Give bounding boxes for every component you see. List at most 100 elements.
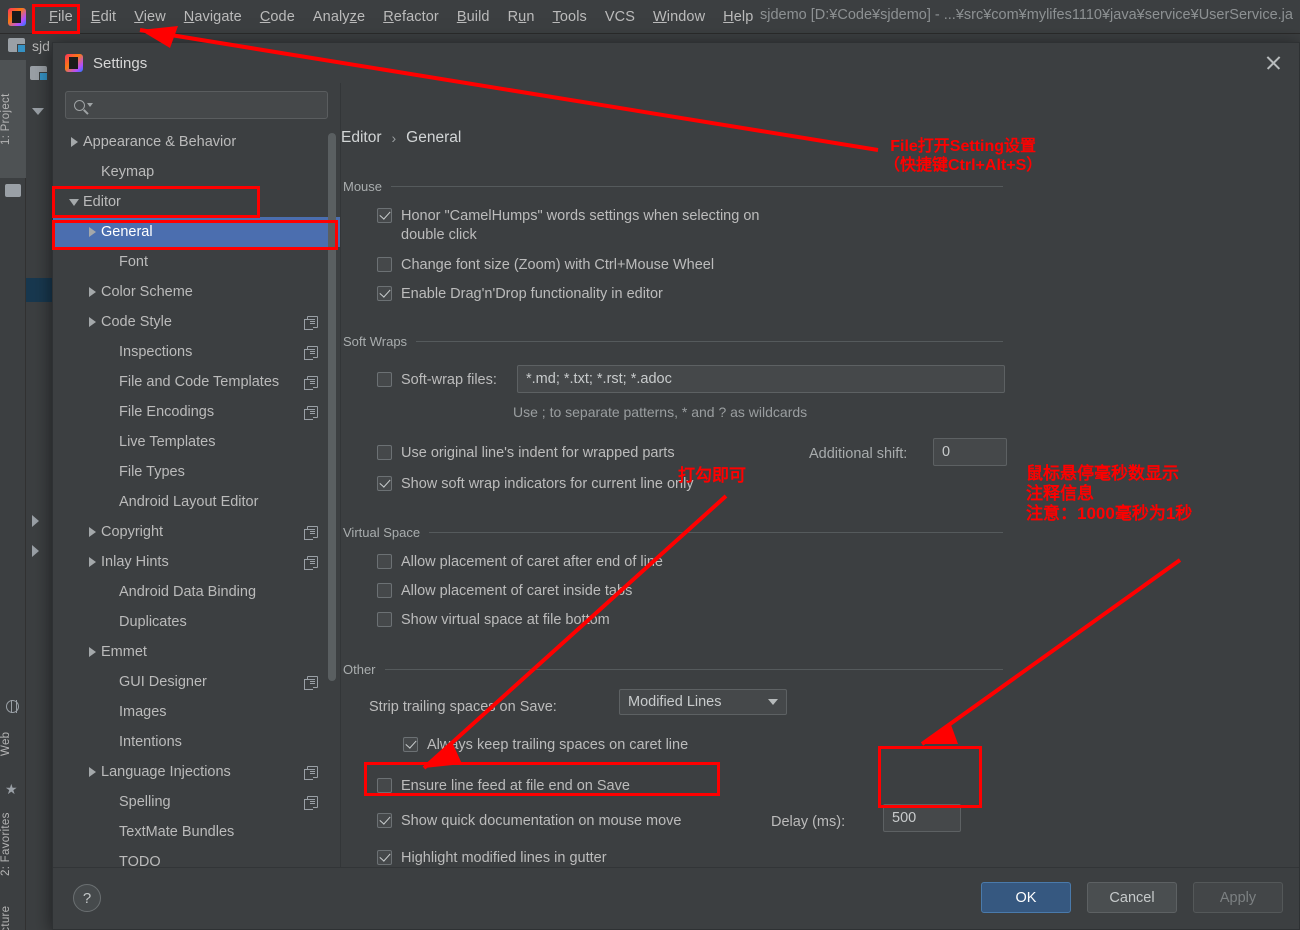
menu-item-window[interactable]: Window <box>644 6 714 28</box>
search-input[interactable] <box>99 96 319 114</box>
tree-scrollbar[interactable] <box>328 133 336 681</box>
option-show-soft-wrap-indicators[interactable]: Show soft wrap indicators for current li… <box>377 475 694 494</box>
project-node-expand-icon-2[interactable] <box>32 545 39 557</box>
tree-item-live-templates[interactable]: Live Templates <box>53 427 340 457</box>
copy-icon[interactable] <box>304 676 318 690</box>
option-drag-n-drop[interactable]: Enable Drag'n'Drop functionality in edit… <box>377 285 663 304</box>
option-keep-trailing[interactable]: Always keep trailing spaces on caret lin… <box>403 736 688 755</box>
menu-item-vcs[interactable]: VCS <box>596 6 644 28</box>
option-honor-camelhumps[interactable]: Honor "CamelHumps" words settings when s… <box>377 207 781 245</box>
menu-item-help[interactable]: Help <box>714 6 762 28</box>
option-quick-doc[interactable]: Show quick documentation on mouse move <box>377 812 682 831</box>
close-icon[interactable] <box>1263 53 1283 73</box>
copy-icon[interactable] <box>304 376 318 390</box>
chevron-right-icon[interactable] <box>83 317 101 327</box>
sidebar-item-project[interactable]: 1: Project <box>0 60 26 178</box>
menu-item-build[interactable]: Build <box>448 6 499 28</box>
checkbox-quick-doc[interactable] <box>377 813 392 828</box>
option-caret-after-eol[interactable]: Allow placement of caret after end of li… <box>377 553 663 572</box>
option-soft-wrap-files[interactable]: Soft-wrap files: <box>377 371 497 390</box>
checkbox-caret-inside-tabs[interactable] <box>377 583 392 598</box>
menu-item-view[interactable]: View <box>125 6 175 28</box>
tree-item-android-data-binding[interactable]: Android Data Binding <box>53 577 340 607</box>
tree-item-editor[interactable]: Editor <box>53 187 340 217</box>
tree-item-copyright[interactable]: Copyright <box>53 517 340 547</box>
menu-item-run[interactable]: Run <box>499 6 544 28</box>
project-selected-row[interactable] <box>26 278 52 302</box>
tree-item-images[interactable]: Images <box>53 697 340 727</box>
menu-item-edit[interactable]: Edit <box>82 6 125 28</box>
breadcrumb-editor[interactable]: Editor <box>341 129 382 147</box>
tree-item-font[interactable]: Font <box>53 247 340 277</box>
option-ensure-line-feed[interactable]: Ensure line feed at file end on Save <box>377 777 630 796</box>
tree-item-file-and-code-templates[interactable]: File and Code Templates <box>53 367 340 397</box>
checkbox-highlight-modified[interactable] <box>377 850 392 865</box>
option-change-font-size[interactable]: Change font size (Zoom) with Ctrl+Mouse … <box>377 256 714 275</box>
sidebar-item-structure[interactable]: Structure <box>0 894 26 930</box>
copy-icon[interactable] <box>304 796 318 810</box>
tree-item-file-encodings[interactable]: File Encodings <box>53 397 340 427</box>
project-node-collapse-icon[interactable] <box>32 108 44 115</box>
tree-item-android-layout-editor[interactable]: Android Layout Editor <box>53 487 340 517</box>
checkbox-change-font-size[interactable] <box>377 257 392 272</box>
tree-item-duplicates[interactable]: Duplicates <box>53 607 340 637</box>
chevron-right-icon[interactable] <box>83 647 101 657</box>
tree-item-spelling[interactable]: Spelling <box>53 787 340 817</box>
ok-button[interactable]: OK <box>981 882 1071 913</box>
option-virtual-space-bottom[interactable]: Show virtual space at file bottom <box>377 611 610 630</box>
copy-icon[interactable] <box>304 346 318 360</box>
checkbox-soft-wrap-files[interactable] <box>377 372 392 387</box>
menu-item-refactor[interactable]: Refactor <box>374 6 448 28</box>
chevron-right-icon[interactable] <box>83 767 101 777</box>
menu-item-analyze[interactable]: Analyze <box>304 6 374 28</box>
tree-item-textmate-bundles[interactable]: TextMate Bundles <box>53 817 340 847</box>
tree-item-intentions[interactable]: Intentions <box>53 727 340 757</box>
chevron-right-icon[interactable] <box>83 287 101 297</box>
chevron-right-icon[interactable] <box>65 137 83 147</box>
checkbox-caret-after-eol[interactable] <box>377 554 392 569</box>
menu-item-file[interactable]: File <box>40 6 82 28</box>
apply-button[interactable]: Apply <box>1193 882 1283 913</box>
tree-item-todo[interactable]: TODO <box>53 847 340 867</box>
checkbox-ensure-line-feed[interactable] <box>377 778 392 793</box>
project-node-expand-icon-1[interactable] <box>32 515 39 527</box>
menu-item-navigate[interactable]: Navigate <box>175 6 251 28</box>
sidebar-item-favorites[interactable]: 2: Favorites <box>0 800 26 888</box>
checkbox-use-original-indent[interactable] <box>377 445 392 460</box>
copy-icon[interactable] <box>304 526 318 540</box>
tree-item-general[interactable]: General <box>53 217 340 247</box>
menu-item-tools[interactable]: Tools <box>544 6 596 28</box>
strip-trailing-dropdown[interactable]: Modified Lines <box>619 689 787 715</box>
help-button[interactable]: ? <box>73 884 101 912</box>
tree-item-color-scheme[interactable]: Color Scheme <box>53 277 340 307</box>
option-use-original-indent[interactable]: Use original line's indent for wrapped p… <box>377 444 675 463</box>
chevron-right-icon[interactable] <box>83 557 101 567</box>
delay-input[interactable] <box>883 804 961 832</box>
checkbox-honor-camelhumps[interactable] <box>377 208 392 223</box>
tree-item-emmet[interactable]: Emmet <box>53 637 340 667</box>
tree-item-language-injections[interactable]: Language Injections <box>53 757 340 787</box>
search-box[interactable] <box>65 91 328 119</box>
tree-item-gui-designer[interactable]: GUI Designer <box>53 667 340 697</box>
checkbox-keep-trailing[interactable] <box>403 737 418 752</box>
copy-icon[interactable] <box>304 556 318 570</box>
tree-item-keymap[interactable]: Keymap <box>53 157 340 187</box>
soft-wrap-files-input[interactable] <box>517 365 1005 393</box>
additional-shift-input[interactable] <box>933 438 1007 466</box>
chevron-right-icon[interactable] <box>83 527 101 537</box>
tree-item-inlay-hints[interactable]: Inlay Hints <box>53 547 340 577</box>
copy-icon[interactable] <box>304 316 318 330</box>
option-caret-inside-tabs[interactable]: Allow placement of caret inside tabs <box>377 582 632 601</box>
tree-item-inspections[interactable]: Inspections <box>53 337 340 367</box>
menu-item-code[interactable]: Code <box>251 6 304 28</box>
chevron-right-icon[interactable] <box>83 227 101 237</box>
tree-item-file-types[interactable]: File Types <box>53 457 340 487</box>
tree-item-appearance-behavior[interactable]: Appearance & Behavior <box>53 127 340 157</box>
copy-icon[interactable] <box>304 406 318 420</box>
checkbox-drag-n-drop[interactable] <box>377 286 392 301</box>
checkbox-virtual-space-bottom[interactable] <box>377 612 392 627</box>
cancel-button[interactable]: Cancel <box>1087 882 1177 913</box>
sidebar-item-web[interactable]: Web <box>0 718 26 770</box>
option-highlight-modified[interactable]: Highlight modified lines in gutter <box>377 849 607 867</box>
tree-item-code-style[interactable]: Code Style <box>53 307 340 337</box>
